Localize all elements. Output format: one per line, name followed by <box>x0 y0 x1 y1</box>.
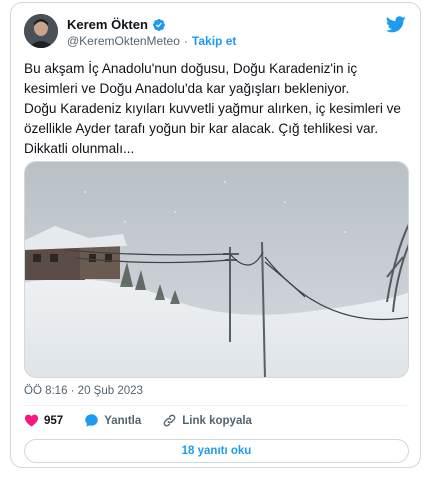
link-icon <box>163 414 176 427</box>
reply-bubble-icon <box>85 414 98 427</box>
reply-label: Yanıtla <box>104 414 142 427</box>
reply-button[interactable]: Yanıtla <box>84 413 141 428</box>
author-handle[interactable]: @KeremOktenMeteo <box>67 34 180 48</box>
avatar-image <box>24 14 58 48</box>
copy-link-label: Link kopyala <box>182 414 252 427</box>
read-replies-button[interactable]: 18 yanıtı oku <box>24 439 409 463</box>
verified-badge-icon <box>152 18 165 31</box>
tweet-text: Bu akşam İç Anadolu'nun doğusu, Doğu Kar… <box>24 59 410 159</box>
twitter-bird-icon[interactable] <box>386 16 406 33</box>
action-bar: 957 Yanıtla Link kopyala <box>24 413 273 428</box>
handle-row: @KeremOktenMeteo · Takip et <box>67 34 236 48</box>
divider <box>24 405 407 406</box>
copy-link-button[interactable]: Link kopyala <box>162 413 252 428</box>
author-name-row[interactable]: Kerem Ökten <box>67 17 166 32</box>
like-count: 957 <box>44 414 64 427</box>
avatar[interactable] <box>24 14 58 48</box>
like-button[interactable]: 957 <box>24 413 63 428</box>
tweet-text-paragraph-2: Doğu Karadeniz kıyıları kuvvetli yağmur … <box>24 101 401 156</box>
tweet-text-paragraph-1: Bu akşam İç Anadolu'nun doğusu, Doğu Kar… <box>24 61 358 96</box>
tweet-media-video[interactable] <box>24 161 409 378</box>
heart-icon <box>24 414 39 427</box>
tweet-timestamp[interactable]: ÖÖ 8:16 · 20 Şub 2023 <box>24 385 143 397</box>
snowy-scene-image <box>25 162 408 377</box>
author-name[interactable]: Kerem Ökten <box>67 17 148 32</box>
tweet-card: Kerem Ökten @KeremOktenMeteo · Takip et … <box>10 2 421 468</box>
follow-button[interactable]: Takip et <box>192 34 236 48</box>
handle-separator: · <box>183 34 188 48</box>
